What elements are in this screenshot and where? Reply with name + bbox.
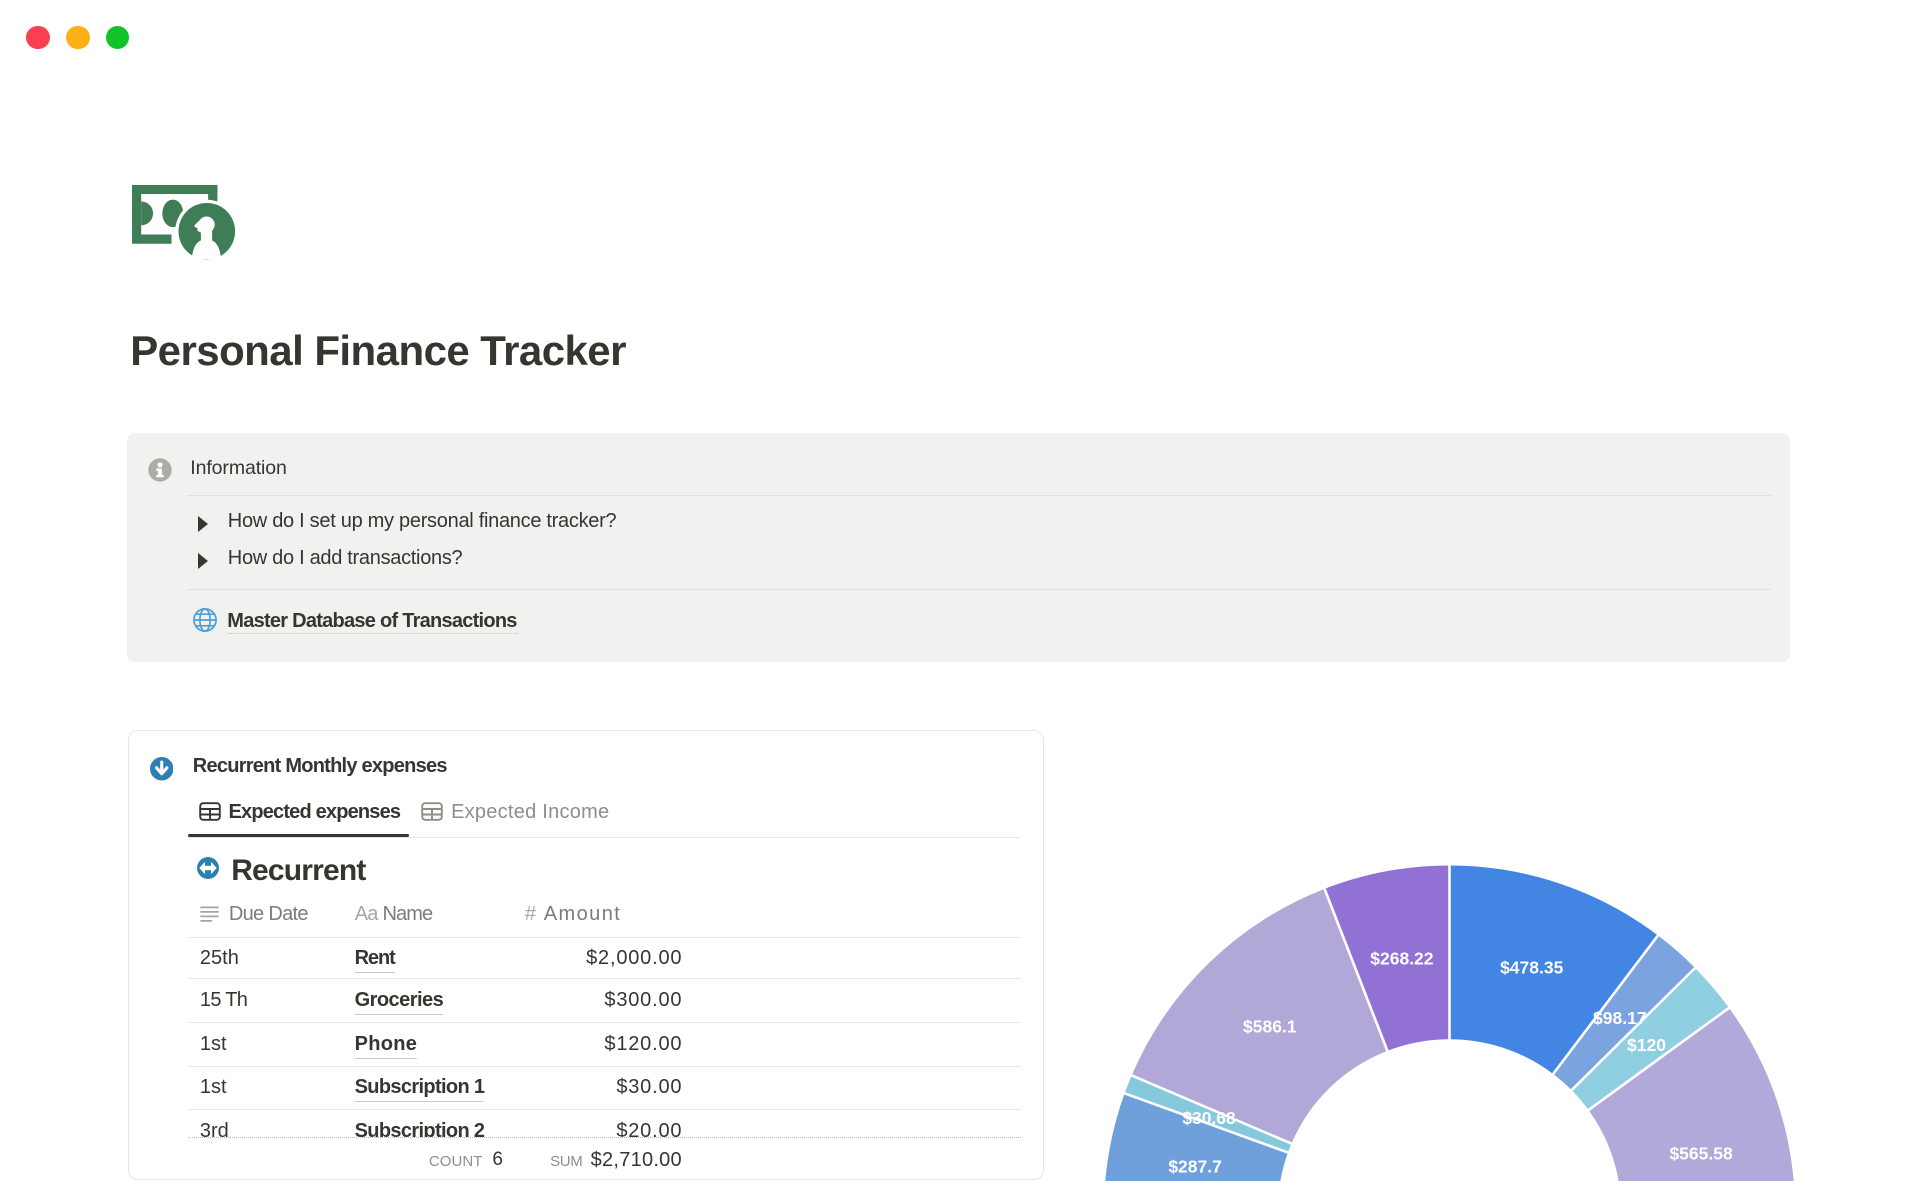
- svg-text:$268.22: $268.22: [1370, 948, 1434, 968]
- svg-text:$287.7: $287.7: [1168, 1157, 1222, 1177]
- svg-text:$98.17: $98.17: [1593, 1008, 1647, 1028]
- svg-text:$30.68: $30.68: [1182, 1108, 1236, 1128]
- svg-text:$565.58: $565.58: [1669, 1143, 1733, 1163]
- svg-text:$478.35: $478.35: [1500, 957, 1564, 977]
- svg-text:$586.1: $586.1: [1243, 1017, 1297, 1037]
- svg-text:$120: $120: [1627, 1035, 1666, 1055]
